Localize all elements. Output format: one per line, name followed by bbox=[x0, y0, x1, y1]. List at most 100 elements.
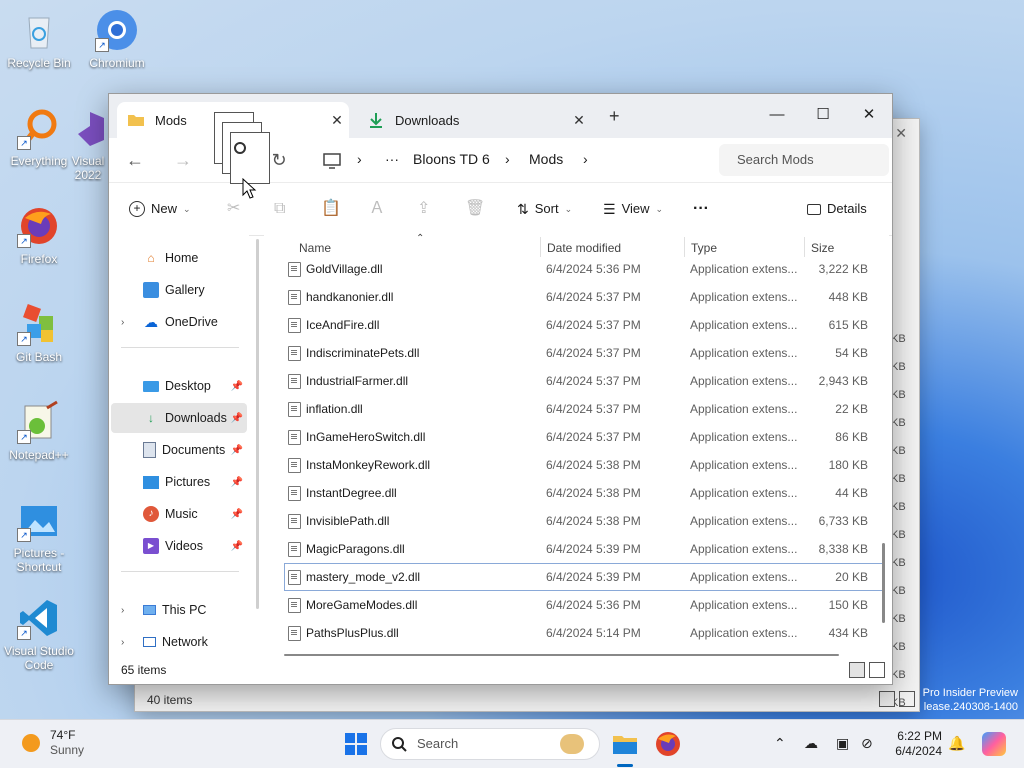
file-row[interactable]: InvisiblePath.dll 6/4/2024 5:38 PM Applica… bbox=[284, 507, 884, 535]
breadcrumb-mods[interactable]: Mods bbox=[529, 151, 563, 167]
sidebar-item-pictures[interactable]: Pictures 📌 bbox=[111, 467, 247, 497]
file-explorer-taskbar-icon[interactable] bbox=[611, 730, 639, 758]
file-row[interactable]: IndiscriminatePets.dll 6/4/2024 5:37 PM Ap… bbox=[284, 339, 884, 367]
file-row[interactable]: MagicParagons.dll 6/4/2024 5:39 PM Applica… bbox=[284, 535, 884, 563]
search-input[interactable]: Search Mods bbox=[719, 144, 889, 176]
chevron-right-icon[interactable]: › bbox=[121, 605, 124, 616]
file-type: Application extens... bbox=[690, 514, 798, 528]
copy-button[interactable]: ⧉ bbox=[274, 197, 285, 221]
horizontal-scrollbar[interactable] bbox=[284, 654, 839, 656]
sidebar-item-home[interactable]: ⌂ Home bbox=[111, 243, 247, 273]
file-row[interactable]: InstantDegree.dll 6/4/2024 5:38 PM Applica… bbox=[284, 479, 884, 507]
system-clock[interactable]: 6:22 PM 6/4/2024 bbox=[884, 729, 942, 759]
close-button[interactable]: ✕ bbox=[846, 100, 892, 130]
file-name: PathsPlusPlus.dll bbox=[306, 626, 399, 640]
sidebar-item-gallery[interactable]: Gallery bbox=[111, 275, 247, 305]
recycle-bin-icon bbox=[17, 8, 61, 52]
paste-button[interactable]: 📋 bbox=[321, 197, 341, 221]
sidebar-item-music[interactable]: ♪ Music 📌 bbox=[111, 499, 247, 529]
column-header-size[interactable]: Size bbox=[811, 241, 834, 255]
column-header-type[interactable]: Type bbox=[691, 241, 717, 255]
details-view-icon[interactable] bbox=[849, 662, 865, 678]
network-tray-icon[interactable]: ⊘ bbox=[861, 735, 873, 752]
delete-button[interactable]: 🗑 bbox=[465, 197, 485, 221]
rename-button[interactable]: Ａ bbox=[369, 197, 385, 221]
file-row[interactable]: IceAndFire.dll 6/4/2024 5:37 PM Applicatio… bbox=[284, 311, 884, 339]
column-header-name[interactable]: Name bbox=[299, 241, 331, 255]
sidebar-item-desktop[interactable]: Desktop 📌 bbox=[111, 371, 247, 401]
cut-button[interactable]: ✂ bbox=[227, 197, 240, 221]
sidebar-item-downloads[interactable]: ↓ Downloads 📌 bbox=[111, 403, 247, 433]
bell-icon[interactable]: 🔔 bbox=[948, 735, 965, 752]
pin-icon[interactable]: 📌 bbox=[231, 413, 243, 424]
desktop-icon-visual-studio[interactable]: Visual 2022 bbox=[68, 106, 108, 182]
start-icon[interactable] bbox=[342, 730, 370, 758]
forward-button[interactable]: → bbox=[169, 148, 197, 172]
cloud-off-icon[interactable]: ☁ bbox=[804, 735, 818, 752]
file-name: InstaMonkeyRework.dll bbox=[306, 458, 431, 472]
pin-icon[interactable]: 📌 bbox=[231, 509, 243, 520]
pin-icon[interactable]: 📌 bbox=[231, 445, 243, 456]
file-row[interactable]: mastery_mode_v2.dll 6/4/2024 5:39 PM Appli… bbox=[284, 563, 884, 591]
close-icon[interactable]: ✕ bbox=[895, 125, 907, 142]
new-tab-button[interactable]: + bbox=[609, 106, 620, 127]
minimize-button[interactable]: — bbox=[754, 100, 800, 130]
pin-icon[interactable]: 📌 bbox=[231, 541, 243, 552]
dll-file-icon bbox=[288, 346, 301, 361]
desktop-icon-everything[interactable]: ↗ Everything bbox=[3, 106, 75, 168]
tiles-view-icon[interactable] bbox=[899, 691, 915, 707]
file-row[interactable]: handkanonier.dll 6/4/2024 5:37 PM Applicat… bbox=[284, 283, 884, 311]
file-row[interactable]: PathsPlusPlus.dll 6/4/2024 5:14 PM Applica… bbox=[284, 619, 884, 647]
sidebar-scrollbar[interactable] bbox=[256, 239, 259, 609]
weather-widget[interactable]: 74°F Sunny bbox=[22, 728, 84, 758]
maximize-button[interactable]: ☐ bbox=[800, 100, 846, 130]
sidebar-item-this-pc[interactable]: › This PC bbox=[111, 595, 247, 625]
tiles-view-icon[interactable] bbox=[869, 662, 885, 678]
pin-icon[interactable]: 📌 bbox=[231, 381, 243, 392]
file-row[interactable]: MoreGameModes.dll 6/4/2024 5:36 PM Applica… bbox=[284, 591, 884, 619]
desktop-icon-pictures-shortcut[interactable]: ↗ Pictures - Shortcut bbox=[3, 498, 75, 574]
pin-icon[interactable]: 📌 bbox=[231, 477, 243, 488]
firefox-taskbar-icon[interactable] bbox=[654, 730, 682, 758]
sort-button[interactable]: ⇅ Sort ⌄ bbox=[517, 197, 572, 221]
sidebar-item-onedrive[interactable]: › ☁ OneDrive bbox=[111, 307, 247, 337]
breadcrumb-more[interactable]: ··· bbox=[385, 151, 399, 167]
chevron-right-icon[interactable]: › bbox=[121, 637, 124, 648]
file-row[interactable]: inflation.dll 6/4/2024 5:37 PM Application… bbox=[284, 395, 884, 423]
view-button[interactable]: ☰ View ⌄ bbox=[603, 197, 663, 221]
chevron-right-icon[interactable]: › bbox=[121, 317, 124, 328]
desktop-icon-recycle-bin[interactable]: Recycle Bin bbox=[3, 8, 75, 70]
column-header-date[interactable]: Date modified bbox=[547, 241, 621, 255]
sidebar-item-videos[interactable]: ▶ Videos 📌 bbox=[111, 531, 247, 561]
desktop-icon-chromium[interactable]: ↗ Chromium bbox=[81, 8, 153, 70]
desktop-icon-git-bash[interactable]: ↗ Git Bash bbox=[3, 302, 75, 364]
back-button[interactable]: ← bbox=[121, 148, 149, 172]
item-count: 65 items bbox=[121, 663, 167, 677]
more-options-button[interactable]: ··· bbox=[693, 197, 709, 221]
details-pane-button[interactable]: Details bbox=[807, 197, 867, 221]
share-button[interactable]: ⇪ bbox=[417, 197, 430, 221]
details-view-icon[interactable] bbox=[879, 691, 895, 707]
file-row[interactable]: IndustrialFarmer.dll 6/4/2024 5:37 PM Appl… bbox=[284, 367, 884, 395]
close-tab-icon[interactable]: ✕ bbox=[567, 112, 591, 129]
desktop-icon-notepadpp[interactable]: ↗ Notepad++ bbox=[3, 400, 75, 462]
sidebar-item-documents[interactable]: Documents 📌 bbox=[111, 435, 247, 465]
monitor-icon[interactable] bbox=[323, 153, 341, 169]
tab-downloads[interactable]: Downloads ✕ bbox=[357, 102, 591, 138]
new-button[interactable]: + New ⌄ bbox=[129, 197, 191, 221]
close-tab-icon[interactable]: ✕ bbox=[325, 112, 349, 129]
monitor-tray-icon[interactable]: ▣ bbox=[836, 735, 849, 752]
desktop-icon-label: Git Bash bbox=[15, 350, 63, 364]
file-name: InGameHeroSwitch.dll bbox=[306, 430, 426, 444]
file-row[interactable]: InGameHeroSwitch.dll 6/4/2024 5:37 PM Appl… bbox=[284, 423, 884, 451]
breadcrumb-bloons[interactable]: Bloons TD 6 bbox=[413, 151, 490, 167]
desktop-icon-vscode[interactable]: ↗ Visual Studio Code bbox=[3, 596, 75, 672]
file-row[interactable]: GoldVillage.dll 6/4/2024 5:36 PM Applicati… bbox=[284, 255, 884, 283]
desktop-icon-firefox[interactable]: ↗ Firefox bbox=[3, 204, 75, 266]
sidebar-item-network[interactable]: › Network bbox=[111, 627, 247, 657]
chevron-up-icon[interactable]: ⌃ bbox=[774, 735, 786, 752]
vertical-scrollbar[interactable] bbox=[882, 543, 885, 623]
cursor-icon bbox=[242, 178, 257, 199]
copilot-icon[interactable] bbox=[982, 732, 1006, 756]
file-row[interactable]: InstaMonkeyRework.dll 6/4/2024 5:38 PM App… bbox=[284, 451, 884, 479]
